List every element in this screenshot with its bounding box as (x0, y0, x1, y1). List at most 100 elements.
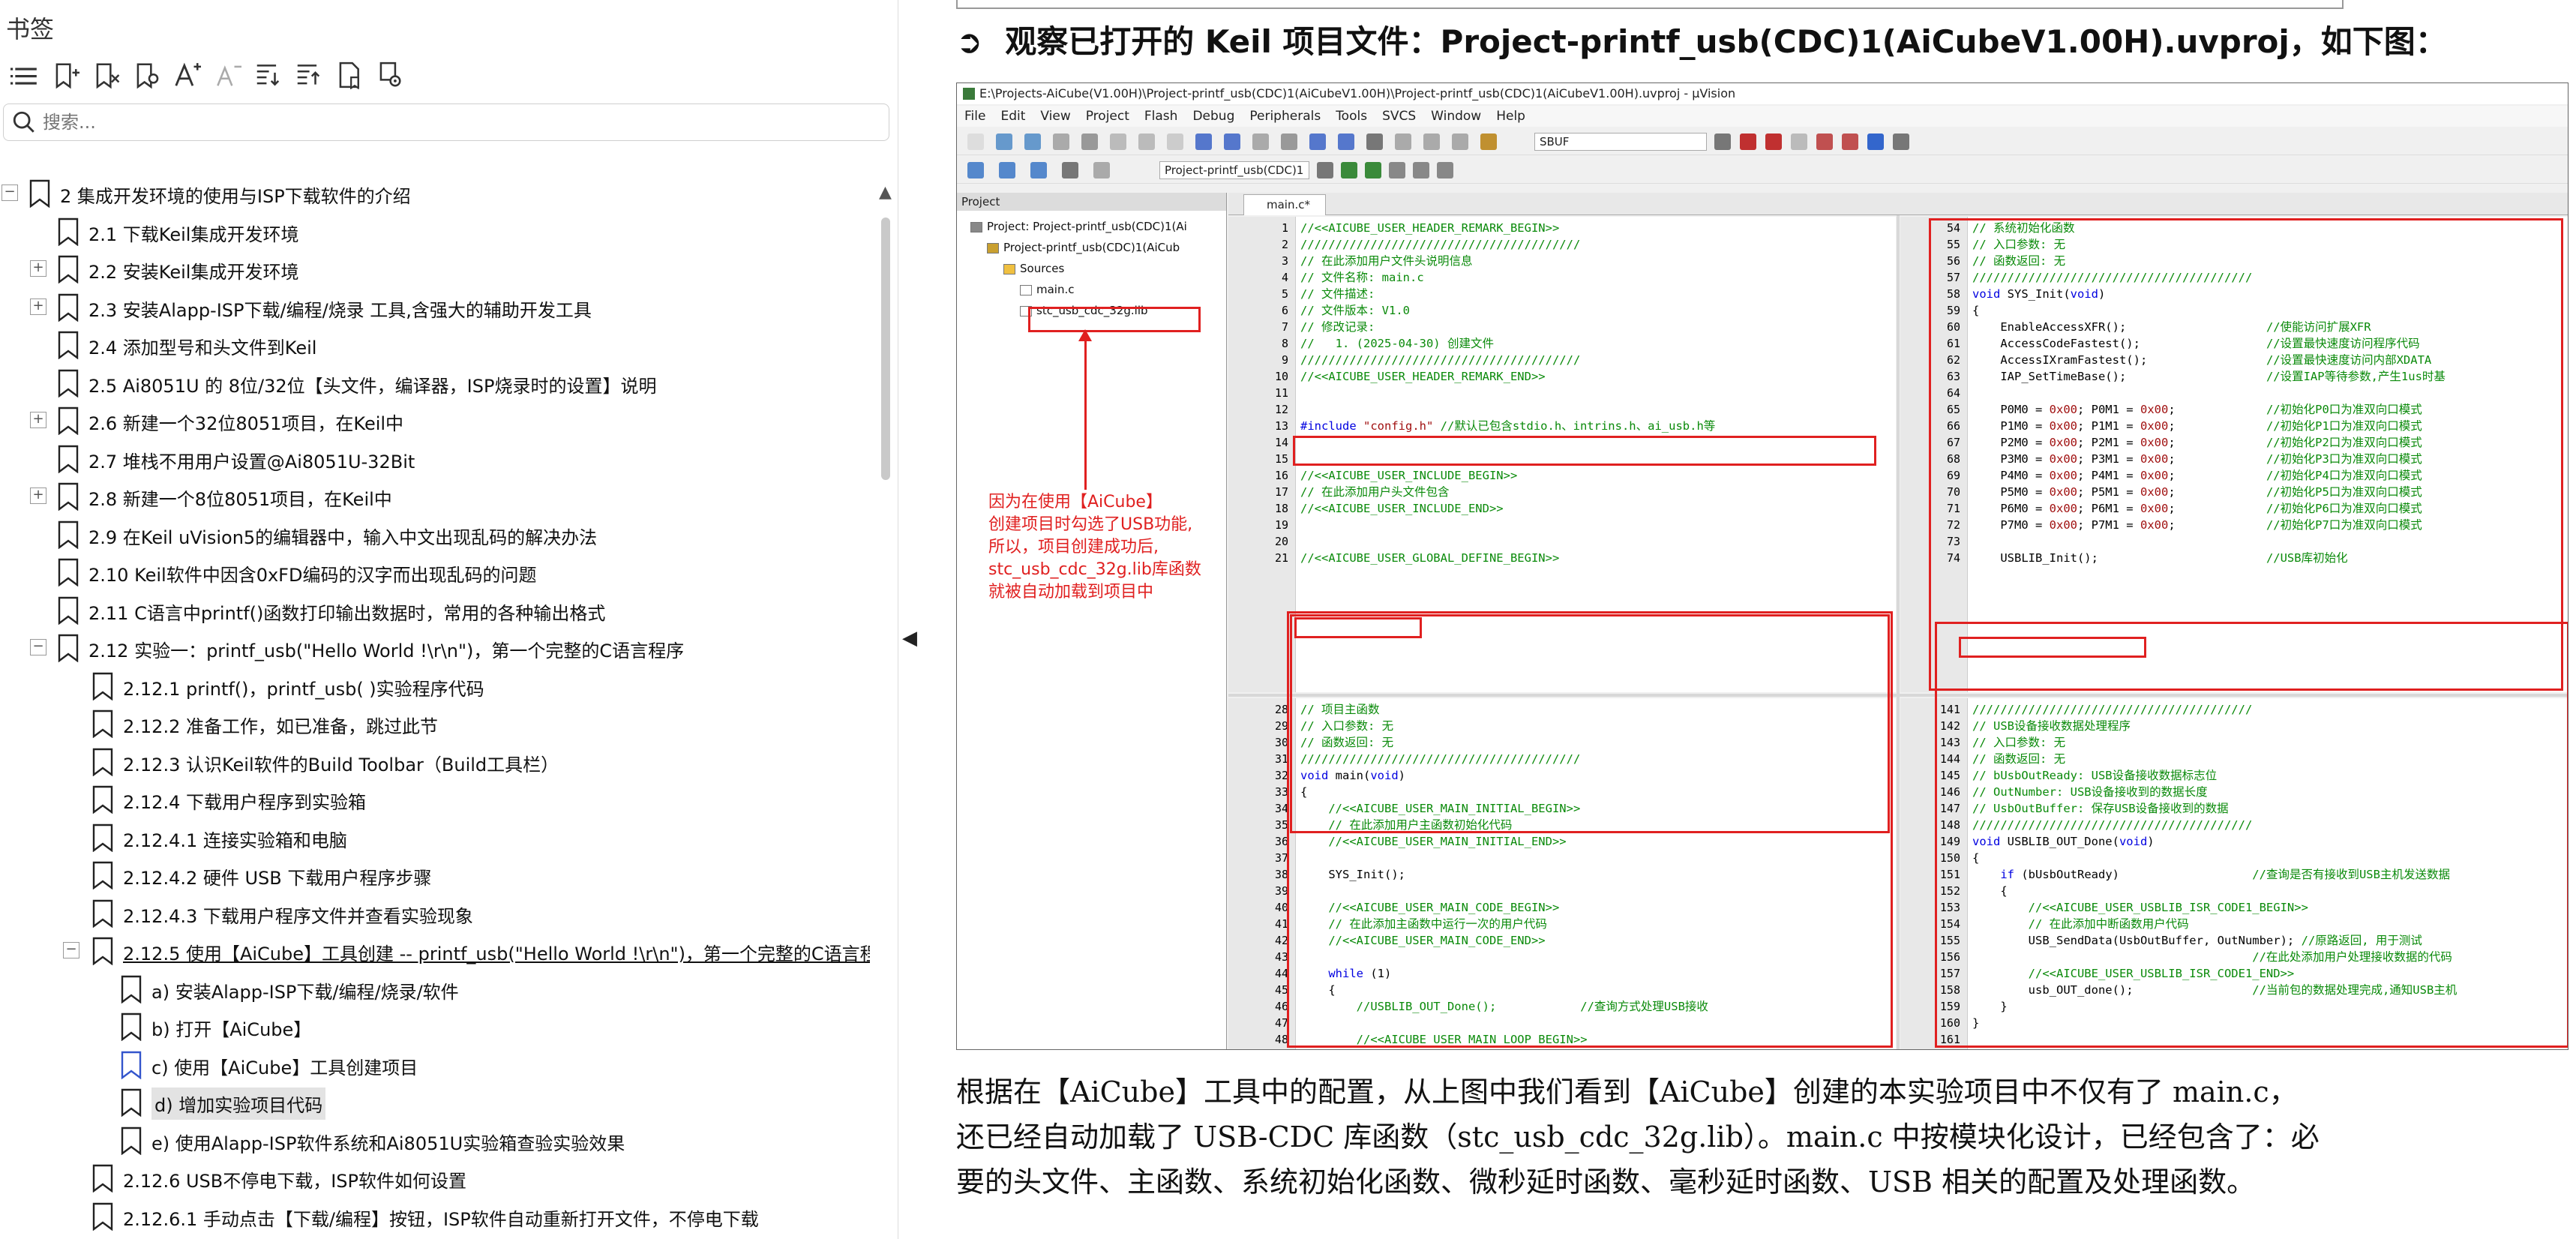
collapse-icon[interactable]: − (63, 942, 79, 958)
bookmark-item[interactable]: +2.6 新建一个32位8051项目，在Keil中 (0, 401, 870, 439)
menu-file[interactable]: File (957, 106, 993, 127)
toolbar-button[interactable] (1452, 134, 1468, 150)
build-button[interactable] (967, 162, 984, 178)
tree-item[interactable]: Project-printf_usb(CDC)1(AiCub (987, 241, 1180, 254)
bookmark-item[interactable]: 2.12.4.2 硬件 USB 下载用户程序步骤 (0, 856, 870, 893)
toolbar-button[interactable] (1366, 134, 1383, 150)
expand-icon[interactable]: + (30, 260, 46, 277)
menu-peripherals[interactable]: Peripherals (1242, 106, 1328, 127)
bookmark-item[interactable]: e) 使用Alapp-ISP软件系统和Ai8051U实验箱查验实验效果 (0, 1121, 870, 1159)
bookmark-item[interactable]: d) 增加实验项目代码 (0, 1083, 870, 1120)
menu-view[interactable]: View (1033, 106, 1078, 127)
menu-svcs[interactable]: SVCS (1375, 106, 1423, 127)
toolbar-button[interactable] (1138, 134, 1155, 150)
toolbar-button[interactable] (1167, 134, 1183, 150)
scrollbar-thumb[interactable] (881, 218, 890, 480)
bookmark-item[interactable]: 2.1 下载Keil集成开发环境 (0, 212, 870, 250)
toolbar-button[interactable] (1252, 134, 1269, 150)
toolbar-button[interactable] (1365, 162, 1381, 178)
toolbar-button[interactable] (1224, 134, 1240, 150)
toolbar-button[interactable] (1024, 134, 1041, 150)
toolbar-button[interactable] (1791, 134, 1807, 150)
toolbar-button[interactable] (996, 134, 1012, 150)
toolbar-button[interactable] (1338, 134, 1354, 150)
bookmark-item[interactable]: 2.12.6.1 手动点击【下载/编程】按钮，ISP软件自动重新打开文件，不停电… (0, 1197, 870, 1234)
toolbar-button[interactable] (1110, 134, 1126, 150)
toolbar-button[interactable] (1341, 162, 1357, 178)
toolbar-button[interactable] (1765, 134, 1782, 150)
bookmark-item[interactable]: 2.7 堆栈不用用户设置@Ai8051U-32Bit (0, 440, 870, 477)
bookmark-item[interactable]: 2.12.2 准备工作，如已准备，跳过此节 (0, 704, 870, 742)
toolbar-button[interactable] (1413, 162, 1429, 178)
bookmark-item[interactable]: 2.10 Keil软件中因含0xFD编码的汉字而出现乱码的问题 (0, 553, 870, 590)
toolbar-button[interactable] (1740, 134, 1756, 150)
search-box[interactable] (3, 104, 889, 141)
menu-debug[interactable]: Debug (1185, 106, 1242, 127)
toolbar-button[interactable] (1309, 134, 1326, 150)
expand-icon[interactable]: + (30, 298, 46, 315)
bookmark-item[interactable]: 2.12.3 认识Keil软件的Build Toolbar（Build工具栏） (0, 742, 870, 780)
font-larger-icon[interactable] (166, 58, 207, 92)
bookmark-item[interactable]: 2.12.4.3 下载用户程序文件并查看实验现象 (0, 894, 870, 932)
bookmark-item[interactable]: − 2.12.5 使用【AiCube】工具创建 -- printf_usb("He… (0, 932, 870, 969)
bookmark-item[interactable]: 2.12.4.1 连接实验箱和电脑 (0, 818, 870, 856)
build-button[interactable] (999, 162, 1015, 178)
menu-flash[interactable]: Flash (1137, 106, 1186, 127)
toolbar-button[interactable] (1867, 134, 1884, 150)
build-button[interactable] (1030, 162, 1047, 178)
toolbar-button[interactable] (1437, 162, 1453, 178)
bookmark-item[interactable]: a) 安装Alapp-ISP下载/编程/烧录/软件 (0, 970, 870, 1007)
menu-project[interactable]: Project (1078, 106, 1137, 127)
menu-help[interactable]: Help (1489, 106, 1533, 127)
bookmark-item[interactable]: 2.9 在Keil uVision5的编辑器中，输入中文出现乱码的解决办法 (0, 515, 870, 553)
pane-splitter-vertical[interactable] (1897, 215, 1900, 1049)
bookmark-item[interactable]: +2.2 安装Keil集成开发环境 (0, 250, 870, 287)
bookmark-page-icon[interactable] (328, 58, 369, 92)
menu-window[interactable]: Window (1423, 106, 1489, 127)
find-bookmark-icon[interactable] (126, 58, 166, 92)
toolbar-button[interactable] (1081, 134, 1098, 150)
toolbar-button[interactable] (967, 134, 984, 150)
menu-tools[interactable]: Tools (1328, 106, 1375, 127)
tree-item[interactable]: Sources (1003, 262, 1064, 275)
tab-main-c[interactable]: main.c* (1243, 194, 1326, 215)
tree-item[interactable]: main.c (1020, 283, 1075, 296)
search-input[interactable] (43, 112, 793, 133)
outline-list-icon[interactable] (4, 58, 45, 92)
toolbar-button[interactable] (1389, 162, 1405, 178)
toolbar-button[interactable] (1281, 134, 1297, 150)
bookmark-item[interactable]: b) 打开【AiCube】 (0, 1007, 870, 1045)
bookmark-settings-icon[interactable] (369, 58, 409, 92)
expand-icon[interactable]: + (30, 412, 46, 428)
scroll-up-icon[interactable]: ▲ (879, 183, 892, 202)
toolbar-button[interactable] (1395, 134, 1411, 150)
delete-bookmark-icon[interactable] (85, 58, 126, 92)
bookmark-item[interactable]: 2.11 C语言中printf()函数打印输出数据时，常用的各种输出格式 (0, 591, 870, 628)
bookmark-item[interactable]: 2.12.4 下载用户程序到实验箱 (0, 780, 870, 818)
bookmark-item[interactable]: c) 使用【AiCube】工具创建项目 (0, 1046, 870, 1083)
collapse-all-icon[interactable] (288, 58, 328, 92)
toolbar-button[interactable] (1893, 134, 1909, 150)
target-combo[interactable]: Project-printf_usb(CDC)1 (1159, 161, 1309, 179)
menu-edit[interactable]: Edit (993, 106, 1033, 127)
collapse-icon[interactable]: − (1, 184, 18, 201)
toolbar-button[interactable] (1195, 134, 1212, 150)
bookmark-item[interactable]: 2.5 Ai8051U 的 8位/32位【头文件，编译器，ISP烧录时的设置】说… (0, 364, 870, 401)
toolbar-button[interactable] (1714, 134, 1731, 150)
bookmark-item[interactable]: 2.12.6 USB不停电下载，ISP软件如何设置 (0, 1159, 870, 1196)
toolbar-button[interactable] (1053, 134, 1069, 150)
bookmark-item[interactable]: +2.3 安装Alapp-ISP下载/编程/烧录 工具,含强大的辅助开发工具 (0, 288, 870, 326)
bookmark-item[interactable]: +2.8 新建一个8位8051项目，在Keil中 (0, 477, 870, 514)
expand-current-icon[interactable] (247, 58, 288, 92)
bookmark-item[interactable]: − 2.12 实验一：printf_usb("Hello World !\r\n"… (0, 628, 870, 666)
collapse-icon[interactable]: − (30, 639, 46, 656)
collapse-panel-icon[interactable]: ◀ (902, 627, 917, 650)
find-combo[interactable]: SBUF (1534, 133, 1707, 151)
toolbar-button[interactable] (1317, 162, 1333, 178)
toolbar-button[interactable] (1423, 134, 1440, 150)
build-button[interactable] (1062, 162, 1078, 178)
add-bookmark-icon[interactable] (45, 58, 85, 92)
toolbar-button[interactable] (1842, 134, 1858, 150)
bookmark-item[interactable]: 2.4 添加型号和头文件到Keil (0, 326, 870, 363)
font-smaller-icon[interactable] (207, 58, 247, 92)
